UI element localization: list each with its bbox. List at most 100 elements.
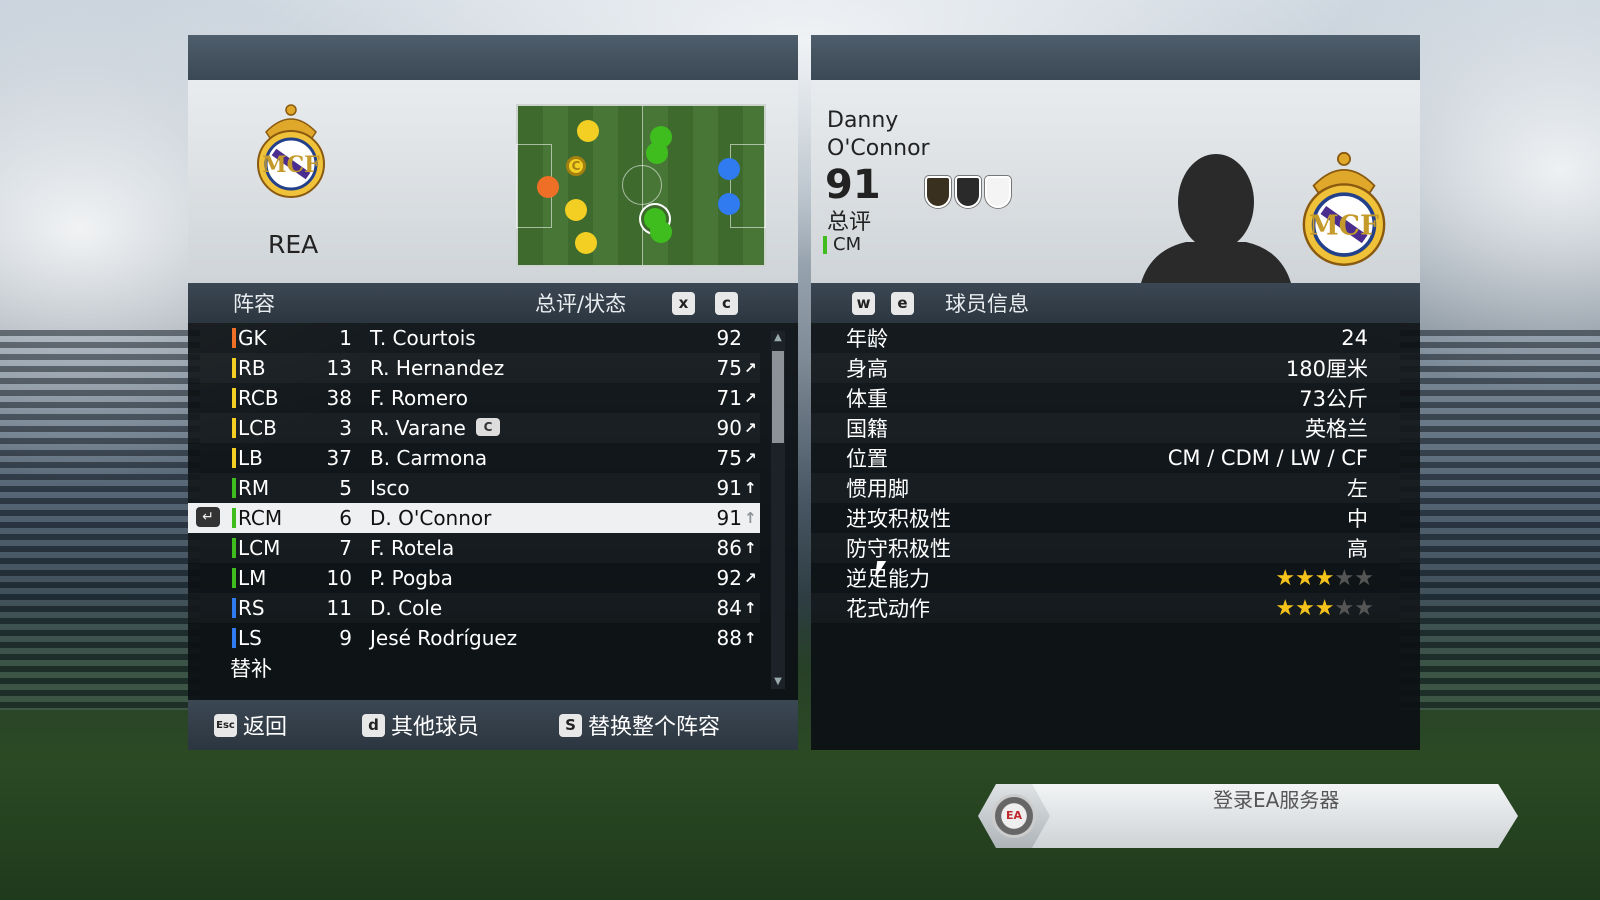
attribute-value: 高 bbox=[1347, 537, 1368, 561]
player-name: B. Carmona bbox=[370, 446, 488, 470]
roster-row[interactable]: LS 9 Jesé Rodríguez 88 ↑ bbox=[188, 623, 760, 653]
player-rating: 88 bbox=[716, 626, 742, 650]
lineup-bottom-bar: Esc 返回 d 其他球员 S 替换整个阵容 bbox=[188, 700, 798, 750]
roster-row[interactable]: RS 11 D. Cole 84 ↑ bbox=[188, 593, 760, 623]
scroll-up-icon[interactable]: ▲ bbox=[771, 331, 785, 345]
player-number: 5 bbox=[339, 476, 352, 500]
attribute-row: 惯用脚 左 bbox=[811, 473, 1420, 503]
key-w-button[interactable]: w bbox=[852, 291, 875, 315]
roster-row[interactable]: RB 13 R. Hernandez 75 ↗ bbox=[188, 353, 760, 383]
formation-dot-rs[interactable] bbox=[718, 158, 740, 180]
player-rating: 91 bbox=[716, 476, 742, 500]
player-name: Jesé Rodríguez bbox=[370, 626, 518, 650]
form-arrow-icon: ↗ bbox=[744, 419, 757, 437]
key-c-button[interactable]: c bbox=[715, 291, 738, 315]
star-icon: ★ bbox=[1295, 565, 1315, 591]
player-position: LB bbox=[238, 446, 263, 470]
formation-dot-lm[interactable] bbox=[650, 221, 672, 243]
player-overall-rating: 91 bbox=[825, 162, 881, 208]
form-arrow-icon: ↑ bbox=[744, 509, 757, 527]
formation-dot-lcb[interactable] bbox=[565, 199, 587, 221]
formation-dot-rb[interactable] bbox=[577, 120, 599, 142]
roster-row[interactable]: ↵ RCM 6 D. O'Connor 91 ↑ bbox=[188, 503, 760, 533]
roster-row[interactable]: RM 5 Isco 91 ↑ bbox=[188, 473, 760, 503]
player-rating: 75 bbox=[716, 356, 742, 380]
club-crest-icon: MCF bbox=[1302, 151, 1386, 266]
star-attribute-row: 花式动作 ★★★★★ bbox=[811, 593, 1420, 623]
key-e-button[interactable]: e bbox=[891, 291, 914, 315]
formation-dot-ls[interactable] bbox=[718, 193, 740, 215]
player-position: RCM bbox=[238, 506, 283, 530]
back-button[interactable]: Esc 返回 bbox=[214, 709, 287, 741]
player-number: 6 bbox=[339, 506, 352, 530]
star-icon: ★ bbox=[1275, 595, 1296, 621]
ea-login-button[interactable]: 登录EA服务器 EA bbox=[978, 784, 1520, 848]
player-rating: 84 bbox=[716, 596, 742, 620]
formation-dot-rcb[interactable]: C bbox=[566, 156, 586, 176]
player-info-header-label: 球员信息 bbox=[945, 292, 1029, 316]
formation-dot-lb[interactable] bbox=[575, 232, 597, 254]
other-players-button[interactable]: d 其他球员 bbox=[362, 709, 479, 741]
player-rating: 91 bbox=[716, 506, 742, 530]
attribute-label: 体重 bbox=[846, 387, 888, 411]
attribute-label: 花式动作 bbox=[846, 597, 930, 621]
real-madrid-crest-icon: MCF bbox=[257, 104, 325, 198]
roster-table: GK 1 T. Courtois 92 RB 13 R. Hernandez 75 ↗ RCB 38… bbox=[188, 323, 798, 697]
player-silhouette-icon bbox=[1141, 154, 1291, 283]
player-name: F. Rotela bbox=[370, 536, 455, 560]
position-color-bar bbox=[232, 388, 236, 408]
roster-row[interactable]: RCB 38 F. Romero 71 ↗ bbox=[188, 383, 760, 413]
player-position: RB bbox=[238, 356, 266, 380]
player-rating: 75 bbox=[716, 446, 742, 470]
star-icon: ★ bbox=[1314, 565, 1335, 591]
back-label: 返回 bbox=[243, 715, 288, 740]
attribute-value: 左 bbox=[1347, 477, 1368, 501]
player-last-name: O'Connor bbox=[827, 136, 930, 161]
ea-login-bar[interactable]: 登录EA服务器 bbox=[1023, 784, 1518, 848]
formation-dot-gk[interactable] bbox=[537, 176, 559, 198]
form-arrow-icon: ↑ bbox=[744, 629, 757, 647]
attribute-label: 国籍 bbox=[846, 417, 888, 441]
other-players-label: 其他球员 bbox=[391, 715, 480, 740]
player-rating: 92 bbox=[716, 326, 742, 350]
form-arrow-icon: ↗ bbox=[744, 389, 757, 407]
attribute-row: 年龄 24 bbox=[811, 323, 1420, 353]
form-arrow-icon: ↑ bbox=[744, 539, 757, 557]
attribute-label: 防守积极性 bbox=[846, 537, 951, 561]
scroll-thumb[interactable] bbox=[772, 351, 784, 443]
position-color-bar bbox=[232, 598, 236, 618]
lineup-header-label: 阵容 bbox=[233, 292, 275, 316]
esc-key-icon: Esc bbox=[214, 713, 237, 737]
roster-row[interactable]: LCM 7 F. Rotela 86 ↑ bbox=[188, 533, 760, 563]
formation-pitch[interactable]: C bbox=[516, 104, 766, 267]
roster-row[interactable]: LCB 3 R. Varane 90 ↗ C bbox=[188, 413, 760, 443]
player-rating: 86 bbox=[716, 536, 742, 560]
scroll-down-icon[interactable]: ▼ bbox=[771, 675, 785, 689]
player-name: R. Varane bbox=[370, 416, 466, 440]
roster-row[interactable]: LM 10 P. Pogba 92 ↗ bbox=[188, 563, 760, 593]
replace-all-button[interactable]: S 替换整个阵容 bbox=[559, 709, 720, 741]
team-abbreviation: REA bbox=[268, 230, 319, 259]
player-position: RS bbox=[238, 596, 265, 620]
star-icon: ★ bbox=[1314, 595, 1335, 621]
roster-row[interactable]: GK 1 T. Courtois 92 bbox=[188, 323, 760, 353]
roster-scrollbar[interactable]: ▲ ▼ bbox=[771, 331, 785, 689]
position-color-bar bbox=[232, 628, 236, 648]
svg-text:MCF: MCF bbox=[1309, 210, 1379, 241]
player-position: LCM bbox=[238, 536, 281, 560]
player-number: 38 bbox=[326, 386, 352, 410]
player-name: P. Pogba bbox=[370, 566, 453, 590]
position-color-bar bbox=[232, 568, 236, 588]
trait-badge-2-icon bbox=[955, 176, 981, 208]
roster-row[interactable]: LB 37 B. Carmona 75 ↗ bbox=[188, 443, 760, 473]
player-number: 1 bbox=[339, 326, 352, 350]
player-card-area: Danny O'Connor 91 总评 CM MCF bbox=[811, 80, 1420, 283]
player-position: LM bbox=[238, 566, 267, 590]
attribute-row: 防守积极性 高 bbox=[811, 533, 1420, 563]
player-info-header: w e 球员信息 bbox=[811, 283, 1420, 323]
formation-dot-rcm[interactable] bbox=[646, 142, 668, 164]
trait-badge-1-icon bbox=[925, 176, 951, 208]
position-color-bar bbox=[232, 538, 236, 558]
attribute-value: 中 bbox=[1347, 507, 1368, 531]
key-x-button[interactable]: x bbox=[672, 291, 695, 315]
